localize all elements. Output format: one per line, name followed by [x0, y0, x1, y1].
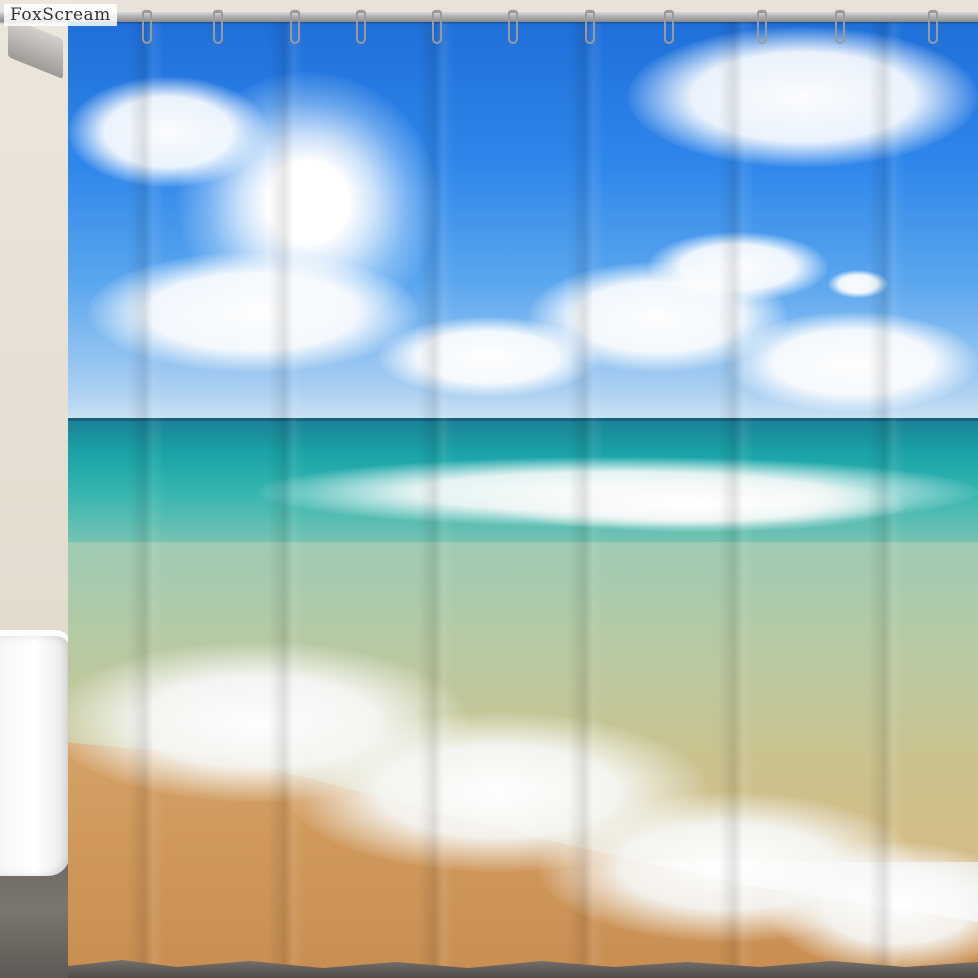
curtain-fold [268, 22, 304, 978]
curtain-fold [418, 22, 454, 978]
cloud [628, 27, 978, 167]
curtain-fold [568, 22, 604, 978]
curtain-ring [664, 10, 674, 44]
curtain-ring [432, 10, 442, 44]
curtain-ring [290, 10, 300, 44]
wave-crest [488, 477, 908, 532]
cloud [68, 77, 268, 187]
curtain-fold [128, 22, 164, 978]
bathtub [0, 636, 70, 876]
curtain-ring [757, 10, 767, 44]
curtain-ring [585, 10, 595, 44]
curtain-fold [718, 22, 754, 978]
cloud [728, 312, 978, 412]
product-photo: FoxScream [0, 0, 978, 978]
curtain-ring [835, 10, 845, 44]
brand-watermark: FoxScream [4, 4, 117, 26]
bathroom-floor [0, 860, 70, 978]
curtain-ring [928, 10, 938, 44]
curtain-ring [213, 10, 223, 44]
curtain-ring [356, 10, 366, 44]
curtain-ring [142, 10, 152, 44]
shower-curtain [68, 22, 978, 978]
horizon [68, 418, 978, 421]
curtain-fold [868, 22, 904, 978]
curtain-ring [508, 10, 518, 44]
